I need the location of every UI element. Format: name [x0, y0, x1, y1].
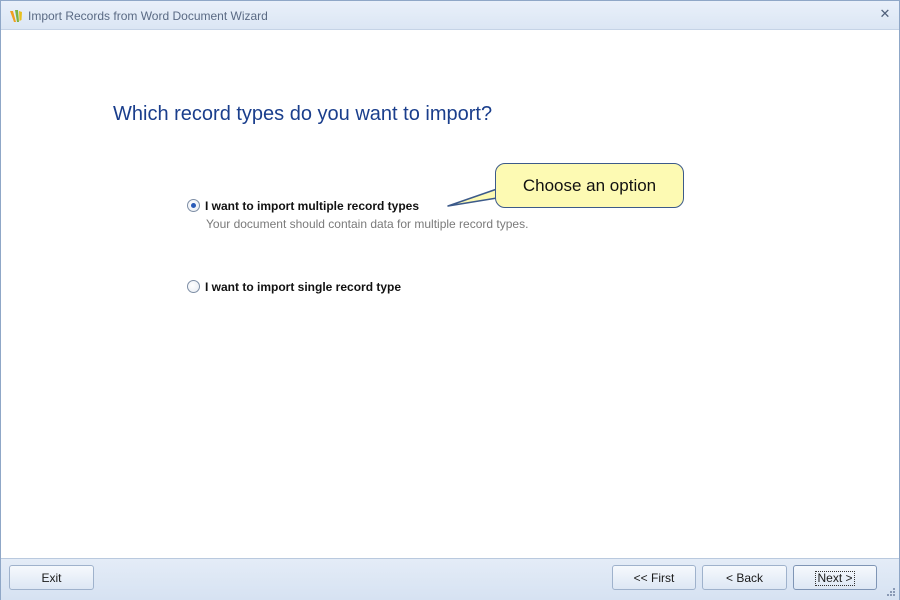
callout-text: Choose an option — [522, 176, 657, 195]
exit-button[interactable]: Exit — [9, 565, 94, 590]
wizard-footer: Exit << First < Back Next > — [1, 558, 899, 600]
back-button-label: < Back — [725, 571, 764, 585]
radio-selected-dot — [191, 203, 196, 208]
close-icon[interactable]: ✕ — [877, 7, 893, 23]
callout-tooltip: Choose an option — [495, 163, 684, 208]
title-bar: Import Records from Word Document Wizard… — [1, 1, 899, 30]
radio-multiple-record-types[interactable] — [187, 199, 200, 212]
back-button[interactable]: < Back — [702, 565, 787, 590]
callout-seam — [495, 172, 500, 184]
wizard-window: Import Records from Word Document Wizard… — [0, 0, 900, 600]
next-button-label: Next > — [815, 571, 855, 586]
option-multiple-label[interactable]: I want to import multiple record types — [205, 199, 419, 213]
page-heading: Which record types do you want to import… — [113, 103, 493, 125]
first-button[interactable]: << First — [612, 565, 696, 590]
resize-grip-icon[interactable] — [886, 587, 896, 597]
window-title: Import Records from Word Document Wizard — [28, 9, 268, 23]
option-multiple-description: Your document should contain data for mu… — [206, 217, 529, 231]
callout-pointer — [447, 188, 498, 207]
option-single-label[interactable]: I want to import single record type — [205, 280, 401, 294]
app-icon — [10, 10, 22, 22]
next-button[interactable]: Next > — [793, 565, 877, 590]
radio-single-record-type[interactable] — [187, 280, 200, 293]
first-button-label: << First — [633, 571, 675, 585]
exit-button-label: Exit — [41, 571, 62, 585]
